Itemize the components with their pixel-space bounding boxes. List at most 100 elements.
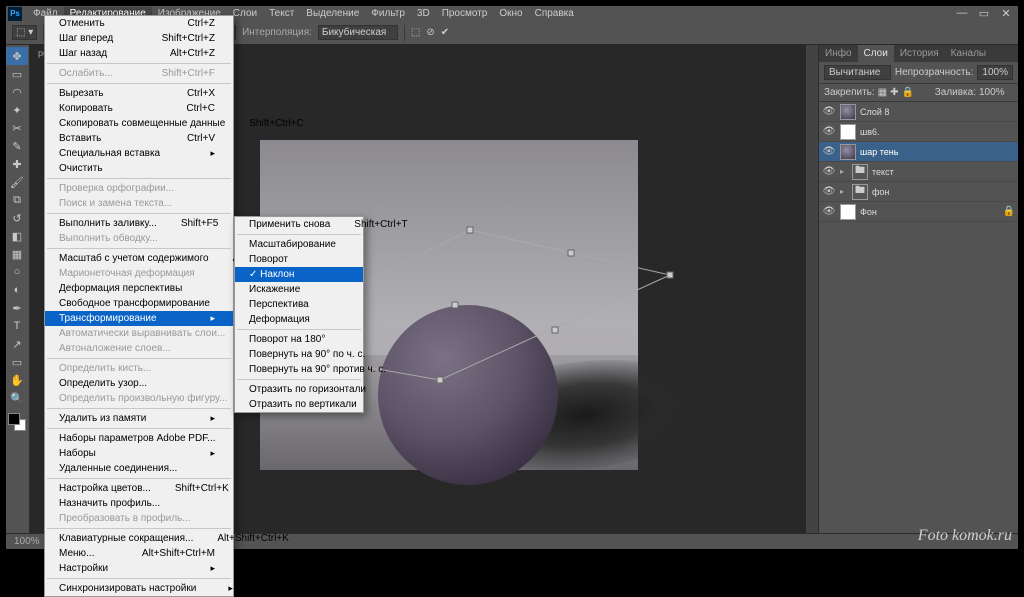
visibility-icon[interactable]: 👁 (822, 166, 836, 177)
menu-item[interactable]: Настройки (45, 561, 233, 576)
eraser-tool[interactable]: ◧ (6, 227, 28, 245)
menu-item[interactable]: Настройка цветов...Shift+Ctrl+K (45, 481, 233, 496)
layer-row[interactable]: 👁▸🖿фон (819, 182, 1018, 202)
menubar-item-текст[interactable]: Текст (263, 7, 300, 20)
menu-item[interactable]: ВырезатьCtrl+X (45, 86, 233, 101)
stamp-tool[interactable]: ⧉ (6, 191, 28, 209)
menu-item[interactable]: Специальная вставка (45, 146, 233, 161)
visibility-icon[interactable]: 👁 (822, 206, 836, 217)
brush-tool[interactable]: 🖌 (6, 173, 28, 191)
panel-tab-каналы[interactable]: Каналы (945, 45, 993, 62)
menu-item[interactable]: Наборы параметров Adobe PDF... (45, 431, 233, 446)
history-brush-tool[interactable]: ↺ (6, 209, 28, 227)
menu-item[interactable]: Повернуть на 90° против ч. с. (235, 362, 363, 377)
zoom-tool[interactable]: 🔍 (6, 389, 28, 407)
menu-item[interactable]: Деформация (235, 312, 363, 327)
eyedropper-tool[interactable]: ✎ (6, 137, 28, 155)
marquee-tool[interactable]: ▭ (6, 65, 28, 83)
menubar-item-окно[interactable]: Окно (493, 7, 528, 20)
menubar-item-3d[interactable]: 3D (411, 7, 436, 20)
blend-mode[interactable]: Вычитание (824, 65, 891, 80)
panel-collapse-strip[interactable] (806, 45, 818, 533)
menubar-item-справка[interactable]: Справка (529, 7, 580, 20)
gradient-tool[interactable]: ▦ (6, 245, 28, 263)
shape-tool[interactable]: ▭ (6, 353, 28, 371)
menu-item[interactable]: Скопировать совмещенные данныеShift+Ctrl… (45, 116, 233, 131)
menu-item[interactable]: Шаг впередShift+Ctrl+Z (45, 31, 233, 46)
menu-item[interactable]: Синхронизировать настройки (45, 581, 233, 596)
minimize-icon[interactable]: — (952, 7, 972, 20)
menu-item[interactable]: Очистить (45, 161, 233, 176)
menu-item[interactable]: Свободное трансформированиеCtrl+T (45, 296, 233, 311)
menu-item[interactable]: Масштабирование (235, 237, 363, 252)
wand-tool[interactable]: ✦ (6, 101, 28, 119)
pen-tool[interactable]: ✒ (6, 299, 28, 317)
warp-icon[interactable]: ⬚ (411, 27, 420, 38)
menu-item[interactable]: Назначить профиль... (45, 496, 233, 511)
heal-tool[interactable]: ✚ (6, 155, 28, 173)
menu-item[interactable]: Отразить по вертикали (235, 397, 363, 412)
menu-item[interactable]: Поворот (235, 252, 363, 267)
transform-submenu[interactable]: Применить сноваShift+Ctrl+T Масштабирован… (234, 216, 364, 413)
menu-item[interactable]: Применить сноваShift+Ctrl+T (235, 217, 363, 232)
menu-item[interactable]: ВставитьCtrl+V (45, 131, 233, 146)
menu-item[interactable]: Клавиатурные сокращения...Alt+Shift+Ctrl… (45, 531, 233, 546)
visibility-icon[interactable]: 👁 (822, 126, 836, 137)
menubar-item-выделение[interactable]: Выделение (300, 7, 365, 20)
commit-icon[interactable]: ✔ (441, 27, 449, 38)
menu-item[interactable]: Удаленные соединения... (45, 461, 233, 476)
panel-tab-слои[interactable]: Слои (858, 45, 894, 62)
visibility-icon[interactable]: 👁 (822, 106, 836, 117)
menu-item[interactable]: Определить узор... (45, 376, 233, 391)
crop-tool[interactable]: ✂ (6, 119, 28, 137)
color-swatches[interactable] (6, 411, 28, 433)
layer-row[interactable]: 👁Фон🔒 (819, 202, 1018, 222)
menu-item[interactable]: Перспектива (235, 297, 363, 312)
menu-item[interactable]: КопироватьCtrl+C (45, 101, 233, 116)
panel-tab-история[interactable]: История (894, 45, 945, 62)
menu-item[interactable]: Отразить по горизонтали (235, 382, 363, 397)
menu-item[interactable]: Меню...Alt+Shift+Ctrl+M (45, 546, 233, 561)
layer-row[interactable]: 👁Слой 8 (819, 102, 1018, 122)
menu-item[interactable]: Поворот на 180° (235, 332, 363, 347)
layer-row[interactable]: 👁шв6. (819, 122, 1018, 142)
layer-row[interactable]: 👁▸🖿текст (819, 162, 1018, 182)
window-controls[interactable]: — ▭ ✕ (952, 7, 1016, 20)
menu-item[interactable]: Деформация перспективы (45, 281, 233, 296)
menu-item[interactable]: Наборы (45, 446, 233, 461)
menu-item[interactable]: ОтменитьCtrl+Z (45, 16, 233, 31)
menu-item[interactable]: ✓ Наклон (235, 267, 363, 282)
lock-all-icon[interactable]: 🔒 (902, 87, 914, 98)
blur-tool[interactable]: ○ (6, 263, 28, 281)
edit-menu[interactable]: ОтменитьCtrl+ZШаг впередShift+Ctrl+ZШаг … (44, 15, 234, 597)
dodge-tool[interactable]: ◐ (6, 281, 28, 299)
lock-position-icon[interactable]: ✚ (890, 87, 898, 98)
menu-item[interactable]: Шаг назадAlt+Ctrl+Z (45, 46, 233, 61)
visibility-icon[interactable]: 👁 (822, 146, 836, 157)
menubar-item-фильтр[interactable]: Фильтр (365, 7, 411, 20)
zoom-level[interactable]: 100% (14, 536, 40, 547)
transform-preset[interactable]: ⬚ ▾ (12, 25, 37, 40)
menu-item[interactable]: Искажение (235, 282, 363, 297)
maximize-icon[interactable]: ▭ (974, 7, 994, 20)
interp-field[interactable]: Бикубическая (318, 25, 398, 40)
close-icon[interactable]: ✕ (996, 7, 1016, 20)
opacity-field[interactable]: 100% (977, 65, 1013, 80)
menu-item[interactable]: Трансформирование (45, 311, 233, 326)
hand-tool[interactable]: ✋ (6, 371, 28, 389)
menubar-item-просмотр[interactable]: Просмотр (436, 7, 494, 20)
menu-item[interactable]: Масштаб с учетом содержимогоAlt+Shift+Ct… (45, 251, 233, 266)
visibility-icon[interactable]: 👁 (822, 186, 836, 197)
move-tool[interactable]: ✥ (6, 47, 28, 65)
lock-pixels-icon[interactable]: ▦ (878, 87, 887, 98)
type-tool[interactable]: T (6, 317, 28, 335)
panel-tab-инфо[interactable]: Инфо (819, 45, 858, 62)
menu-item[interactable]: Повернуть на 90° по ч. с. (235, 347, 363, 362)
layer-row[interactable]: 👁шар тень (819, 142, 1018, 162)
path-tool[interactable]: ↗ (6, 335, 28, 353)
menu-item[interactable]: Выполнить заливку...Shift+F5 (45, 216, 233, 231)
fill-field[interactable]: 100% (979, 87, 1013, 98)
lasso-tool[interactable]: ◠ (6, 83, 28, 101)
cancel-icon[interactable]: ⊘ (426, 27, 434, 38)
menu-item[interactable]: Удалить из памяти (45, 411, 233, 426)
